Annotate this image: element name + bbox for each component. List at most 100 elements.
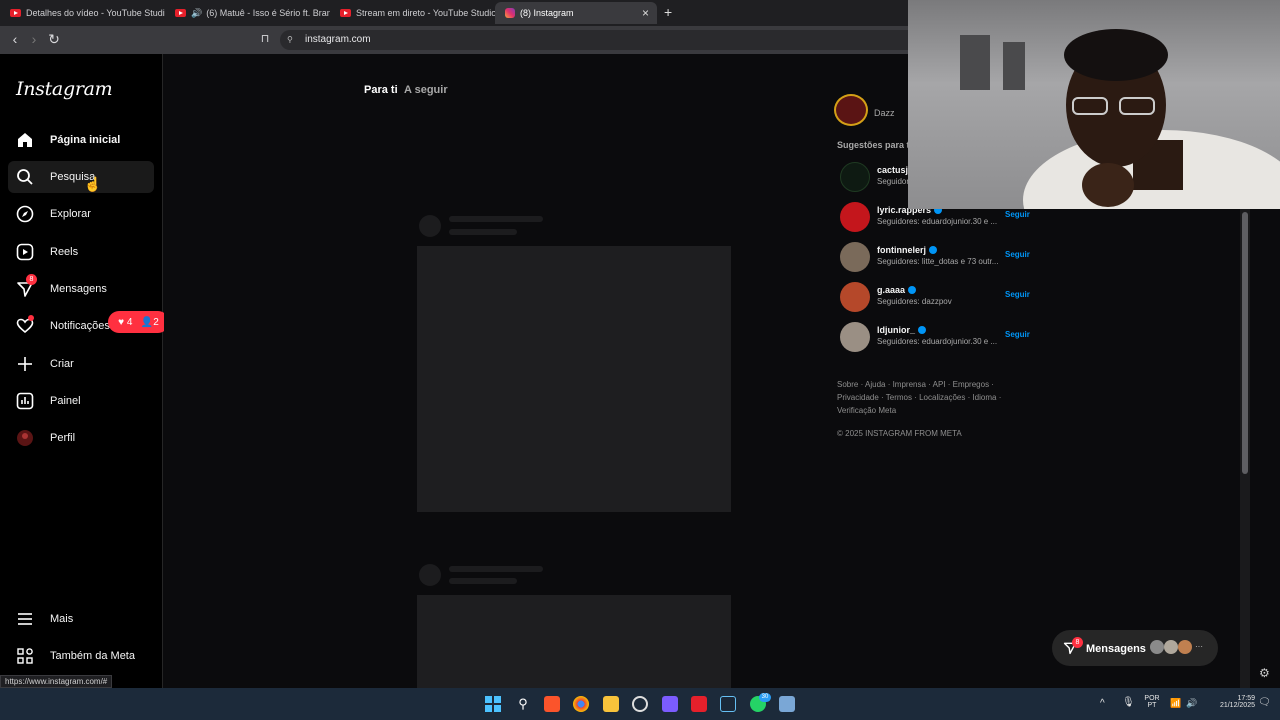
sidebar-item-also-from-meta[interactable]: Também da Meta xyxy=(8,640,154,672)
app-icon[interactable] xyxy=(779,696,795,712)
tab-stream-youtube-studio[interactable]: Stream em direto - YouTube Studio xyxy=(330,2,495,24)
tab-for-you[interactable]: Para ti xyxy=(364,84,398,96)
tab-instagram[interactable]: (8) Instagram × xyxy=(495,2,657,24)
post-skeleton-avatar xyxy=(419,564,441,586)
instagram-icon xyxy=(505,8,515,18)
status-bar-url: https://www.instagram.com/# xyxy=(0,675,113,688)
tab-following[interactable]: A seguir xyxy=(404,84,448,96)
notifications-dot xyxy=(28,315,34,321)
notification-center-icon[interactable]: 🗨 xyxy=(1258,697,1271,708)
verified-badge-icon xyxy=(929,246,937,254)
tab-matue-video[interactable]: 🔊 (6) Matuê - Isso é Sério ft. Brandã xyxy=(165,2,330,24)
copyright: © 2025 INSTAGRAM FROM META xyxy=(837,429,962,438)
microphone-icon[interactable]: 🎙 xyxy=(1122,697,1135,708)
reels-icon xyxy=(16,243,34,261)
windows-start-icon[interactable] xyxy=(485,696,501,712)
post-skeleton-avatar xyxy=(419,215,441,237)
sidebar-item-home[interactable]: Página inicial xyxy=(8,124,154,156)
avatar[interactable] xyxy=(840,162,870,192)
search-icon xyxy=(16,168,34,186)
url-text: instagram.com xyxy=(305,34,371,45)
current-user-name: Dazz xyxy=(874,108,895,118)
webcam-overlay xyxy=(908,0,1280,209)
follow-button[interactable]: Seguir xyxy=(1005,250,1030,259)
clock[interactable]: 17:59 21/12/2025 xyxy=(1205,695,1255,709)
suggestion-item: ldjunior_ Seguidores: eduardojunior.30 e… xyxy=(840,322,1030,352)
footer-links[interactable]: Verificação Meta xyxy=(837,406,896,415)
chrome-icon[interactable] xyxy=(573,696,589,712)
avatar[interactable] xyxy=(840,202,870,232)
suggestions-header: Sugestões para t xyxy=(837,140,910,150)
avatar[interactable] xyxy=(840,322,870,352)
sidebar-item-more[interactable]: Mais xyxy=(8,603,154,635)
tab-youtube-studio-details[interactable]: Detalhes do vídeo - YouTube Studio xyxy=(0,2,165,24)
meta-icon xyxy=(16,647,34,665)
whatsapp-badge: 30 xyxy=(759,693,771,702)
post-skeleton-media xyxy=(417,246,731,512)
notifications-summary-pill[interactable]: ♥ 4 👤2 xyxy=(108,311,169,333)
messages-label: Mensagens xyxy=(1086,643,1146,655)
sidebar-item-profile[interactable]: Perfil xyxy=(8,422,154,454)
footer-links[interactable]: Sobre · Ajuda · Imprensa · API · Emprego… xyxy=(837,380,994,389)
sidebar-item-dashboard[interactable]: Painel xyxy=(8,385,154,417)
compass-icon xyxy=(16,205,34,223)
avatar[interactable] xyxy=(840,282,870,312)
verified-badge-icon xyxy=(918,326,926,334)
speaker-icon: 🔊 xyxy=(191,7,203,18)
file-explorer-icon[interactable] xyxy=(603,696,619,712)
close-tab-icon[interactable]: × xyxy=(642,6,649,20)
scrollbar-thumb[interactable] xyxy=(1242,212,1248,474)
volume-icon[interactable]: 🔊 xyxy=(1186,698,1197,709)
follow-button[interactable]: Seguir xyxy=(1005,210,1030,219)
sidebar-item-search[interactable]: Pesquisa xyxy=(8,161,154,193)
youtube-icon xyxy=(175,9,186,17)
avatar[interactable] xyxy=(840,242,870,272)
reload-icon[interactable]: ↻ xyxy=(45,30,63,48)
bookmark-icon[interactable]: ⊓ xyxy=(256,30,274,48)
sidebar-item-explore[interactable]: Explorar xyxy=(8,198,154,230)
game-controller-icon[interactable] xyxy=(662,696,678,712)
forward-icon[interactable]: › xyxy=(25,30,43,48)
follow-button[interactable]: Seguir xyxy=(1005,290,1030,299)
post-skeleton-media xyxy=(417,595,731,688)
sidebar-item-create[interactable]: Criar xyxy=(8,348,154,380)
avatar xyxy=(16,429,34,447)
language-indicator[interactable]: POR PT xyxy=(1140,695,1164,709)
avatar xyxy=(1150,640,1164,654)
heart-icon xyxy=(16,315,34,335)
sidebar-item-messages[interactable]: 8 Mensagens xyxy=(8,273,154,305)
sidebar-item-notifications[interactable]: Notificações xyxy=(8,310,110,342)
messages-badge: 8 xyxy=(26,274,37,285)
heart-filled-icon: ♥ xyxy=(118,316,125,328)
site-info-icon[interactable]: ⚲ xyxy=(287,35,293,44)
youtube-icon[interactable] xyxy=(691,696,707,712)
person-icon: 👤 xyxy=(140,316,154,328)
post-skeleton-line xyxy=(449,566,543,572)
back-icon[interactable]: ‹ xyxy=(6,30,24,48)
obs-icon[interactable] xyxy=(632,696,648,712)
plus-icon xyxy=(16,355,34,373)
new-tab-button[interactable]: + xyxy=(664,4,672,20)
youtube-icon xyxy=(10,9,21,17)
likes-count: ♥ 4 xyxy=(118,316,133,328)
streamer-image xyxy=(1023,29,1280,209)
search-icon[interactable]: ⚲ xyxy=(515,696,531,712)
instagram-logo[interactable]: Instagram xyxy=(16,78,113,100)
follow-button[interactable]: Seguir xyxy=(1005,330,1030,339)
steam-icon[interactable] xyxy=(720,696,736,712)
brave-browser-icon[interactable] xyxy=(544,696,560,712)
tray-chevron-icon[interactable]: ^ xyxy=(1100,698,1105,709)
avatar xyxy=(1178,640,1192,654)
current-user-avatar[interactable] xyxy=(834,94,868,126)
mouse-cursor-icon: ☝ xyxy=(84,176,102,192)
youtube-icon xyxy=(340,9,351,17)
wifi-icon[interactable]: 📶 xyxy=(1170,698,1181,709)
footer-links[interactable]: Privacidade · Termos · Localizações · Id… xyxy=(837,393,1001,402)
menu-icon xyxy=(16,610,34,628)
post-skeleton-line xyxy=(449,229,517,235)
settings-gear-icon[interactable]: ⚙ xyxy=(1259,666,1270,680)
address-bar[interactable] xyxy=(280,30,920,50)
verified-badge-icon xyxy=(908,286,917,294)
suggestion-item: fontinnelerj Seguidores: litte_dotas e 7… xyxy=(840,242,1030,272)
sidebar-item-reels[interactable]: Reels xyxy=(8,236,154,268)
